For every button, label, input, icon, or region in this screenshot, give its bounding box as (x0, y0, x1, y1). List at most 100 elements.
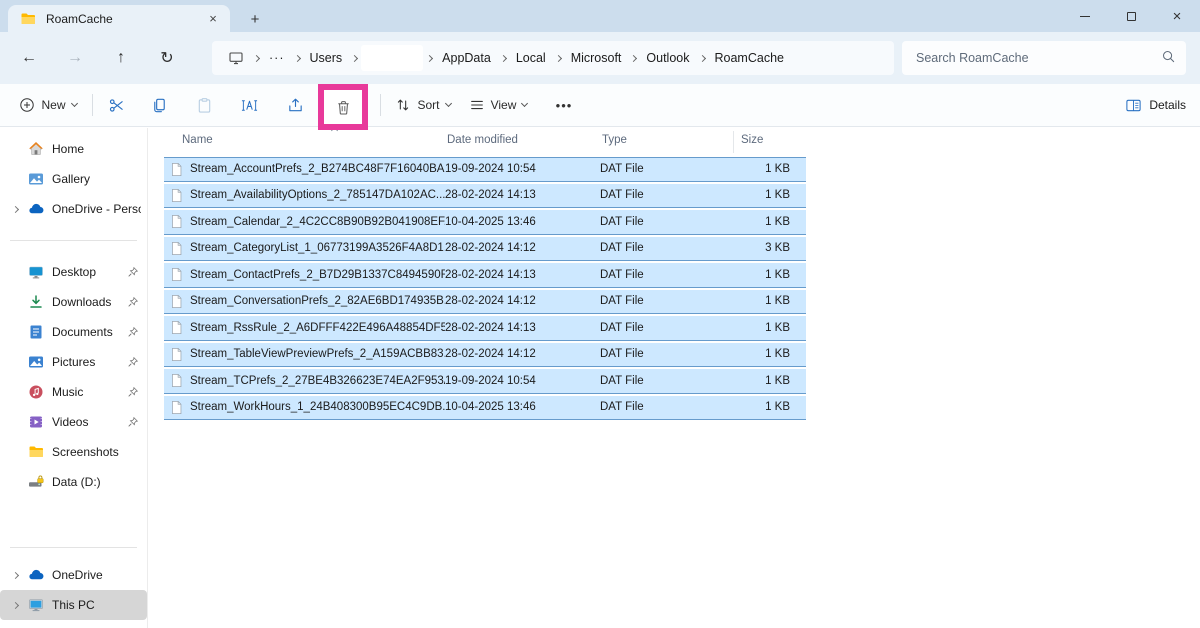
title-bar: RoamCache × + × (0, 0, 1200, 32)
file-row[interactable]: Stream_ContactPrefs_2_B7D29B1337C8494590… (164, 263, 806, 288)
folder-icon (20, 11, 38, 27)
file-icon (170, 294, 190, 309)
file-type: DAT File (600, 401, 718, 413)
more-options-button[interactable]: ••• (548, 84, 580, 126)
file-row[interactable]: Stream_WorkHours_1_24B408300B95EC4C9DB..… (164, 396, 806, 421)
breadcrumb-segment-local[interactable]: Local (510, 48, 552, 68)
column-header-size[interactable]: Size (741, 134, 763, 146)
close-button[interactable]: × (1154, 0, 1200, 32)
details-button[interactable]: Details (1125, 84, 1186, 126)
copy-button[interactable] (141, 84, 177, 126)
file-date-modified: 28-02-2024 14:13 (445, 269, 600, 281)
videos-icon (28, 414, 46, 430)
new-button[interactable]: New (14, 84, 82, 126)
file-name: Stream_TCPrefs_2_27BE4B326623E74EA2F953A… (190, 375, 445, 387)
file-row[interactable]: Stream_AvailabilityOptions_2_785147DA102… (164, 184, 806, 209)
share-button[interactable] (277, 84, 313, 126)
breadcrumb-this-pc-icon[interactable] (222, 47, 250, 69)
sidebar-item-label: Videos (52, 415, 127, 429)
annotation-highlight-box (318, 84, 368, 130)
sidebar-item-gallery[interactable]: Gallery (0, 164, 147, 194)
pin-icon (127, 416, 141, 428)
sidebar-item-desktop[interactable]: Desktop (0, 257, 147, 287)
sidebar-item-home[interactable]: Home (0, 134, 147, 164)
expand-chevron-icon[interactable] (8, 603, 22, 608)
breadcrumb-chevron-icon[interactable] (700, 56, 705, 61)
column-header-type[interactable]: Type (602, 134, 627, 146)
expand-chevron-icon[interactable] (8, 573, 22, 578)
minimize-icon (1080, 16, 1090, 17)
file-icon (170, 320, 190, 335)
rename-icon (241, 97, 258, 114)
breadcrumb-segment-outlook[interactable]: Outlook (640, 48, 695, 68)
minimize-button[interactable] (1062, 0, 1108, 32)
file-row[interactable]: Stream_RssRule_2_A6DFFF422E496A48854DF5F… (164, 316, 806, 341)
sidebar-item-music[interactable]: Music (0, 377, 147, 407)
sidebar-item-this-pc[interactable]: This PC (0, 590, 147, 620)
up-button[interactable]: ↑ (104, 41, 138, 75)
command-bar: New Sort Vie (0, 84, 1200, 127)
breadcrumb-chevron-icon[interactable] (254, 56, 259, 61)
breadcrumb-chevron-icon[interactable] (501, 56, 506, 61)
sidebar-item-label: Documents (52, 325, 127, 339)
cut-button[interactable] (98, 84, 134, 126)
breadcrumb-chevron-icon[interactable] (352, 56, 357, 61)
sidebar-item-documents[interactable]: Documents (0, 317, 147, 347)
sidebar-item-videos[interactable]: Videos (0, 407, 147, 437)
file-row[interactable]: Stream_CategoryList_1_06773199A3526F4A8D… (164, 237, 806, 262)
sidebar-item-pictures[interactable]: Pictures (0, 347, 147, 377)
view-button[interactable]: View (463, 84, 533, 126)
trash-icon (335, 99, 352, 116)
column-header-date-modified[interactable]: Date modified (447, 134, 518, 146)
maximize-button[interactable] (1108, 0, 1154, 32)
file-date-modified: 28-02-2024 14:13 (445, 189, 600, 201)
expand-chevron-icon[interactable] (8, 207, 22, 212)
file-row[interactable]: Stream_ConversationPrefs_2_82AE6BD174935… (164, 290, 806, 315)
breadcrumb-chevron-icon[interactable] (556, 56, 561, 61)
file-row[interactable]: Stream_TableViewPreviewPrefs_2_A159ACBB8… (164, 343, 806, 368)
breadcrumb-segment-redacted[interactable] (361, 45, 423, 71)
paste-button[interactable] (186, 84, 222, 126)
file-explorer-window: RoamCache × + × ← → ↑ ↻ ··· Users AppData L… (0, 0, 1200, 628)
breadcrumb-segment-roamcache[interactable]: RoamCache (709, 48, 790, 68)
breadcrumb-chevron-icon[interactable] (427, 56, 432, 61)
file-row[interactable]: Stream_AccountPrefs_2_B274BC48F7F16040BA… (164, 157, 806, 182)
column-header-name[interactable]: Name (182, 134, 213, 146)
breadcrumb-segment-microsoft[interactable]: Microsoft (565, 48, 628, 68)
column-divider[interactable] (733, 131, 734, 153)
navigation-pane: HomeGalleryOneDrive - Persona Desktop Down… (0, 128, 148, 628)
sidebar-item-onedrive-persona[interactable]: OneDrive - Persona (0, 194, 147, 224)
delete-button[interactable] (335, 99, 352, 116)
file-row[interactable]: Stream_TCPrefs_2_27BE4B326623E74EA2F953A… (164, 369, 806, 394)
search-input[interactable] (916, 51, 1161, 65)
pc-icon (28, 597, 46, 613)
cloud-icon (28, 201, 46, 217)
file-type: DAT File (600, 375, 718, 387)
sidebar-item-screenshots[interactable]: Screenshots (0, 437, 147, 467)
breadcrumb-chevron-icon[interactable] (631, 56, 636, 61)
breadcrumb: ··· Users AppData Local Microsoft Outlook Roam… (212, 41, 894, 75)
search-box[interactable] (902, 41, 1186, 75)
forward-button[interactable]: → (58, 41, 92, 75)
tab-close-icon[interactable]: × (204, 10, 222, 28)
file-icon (170, 214, 190, 229)
breadcrumb-chevron-icon[interactable] (295, 56, 300, 61)
refresh-button[interactable]: ↻ (150, 41, 184, 75)
file-row[interactable]: Stream_Calendar_2_4C2CC8B90B92B041908EF.… (164, 210, 806, 235)
sidebar-item-downloads[interactable]: Downloads (0, 287, 147, 317)
new-tab-button[interactable]: + (244, 8, 266, 30)
breadcrumb-overflow-button[interactable]: ··· (263, 48, 291, 68)
sidebar-item-label: Pictures (52, 355, 127, 369)
breadcrumb-segment-users[interactable]: Users (304, 48, 349, 68)
file-name: Stream_AvailabilityOptions_2_785147DA102… (190, 189, 445, 201)
file-icon (170, 162, 190, 177)
breadcrumb-segment-appdata[interactable]: AppData (436, 48, 497, 68)
sidebar-item-data-d[interactable]: Data (D:) (0, 467, 147, 497)
file-list: Stream_AccountPrefs_2_B274BC48F7F16040BA… (164, 157, 806, 422)
sidebar-item-label: Downloads (52, 295, 127, 309)
rename-button[interactable] (231, 84, 267, 126)
sidebar-item-onedrive[interactable]: OneDrive (0, 560, 147, 590)
tab-roamcache[interactable]: RoamCache × (8, 5, 230, 32)
sort-button[interactable]: Sort (390, 84, 456, 126)
back-button[interactable]: ← (12, 41, 46, 75)
